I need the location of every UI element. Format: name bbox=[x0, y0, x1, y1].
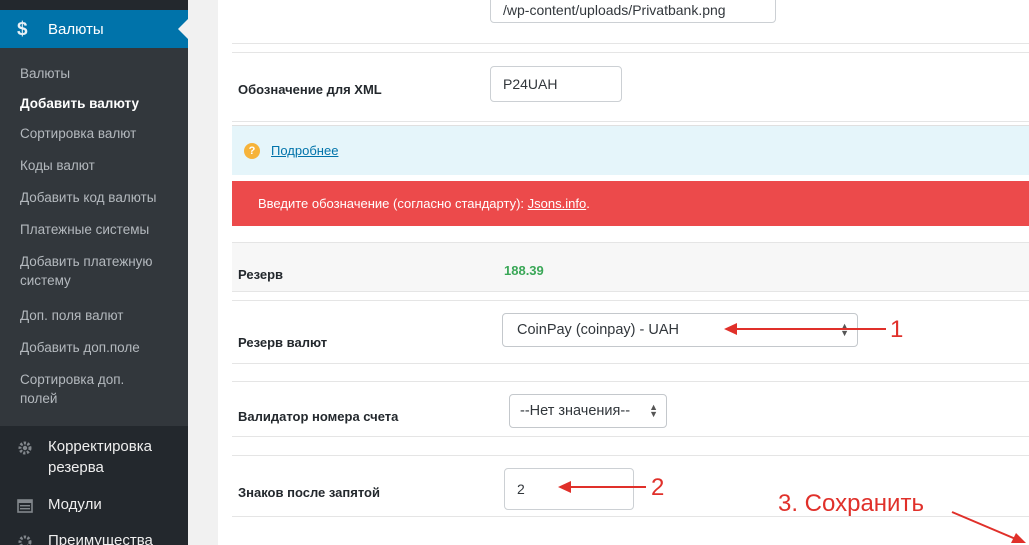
decimals-field[interactable]: 2 bbox=[504, 468, 634, 510]
submenu-item-add-payment-system-line2: систему bbox=[20, 273, 71, 288]
content-gutter bbox=[188, 0, 218, 545]
xml-designation-label: Обозначение для XML bbox=[238, 82, 382, 97]
menu-modules-label: Модули bbox=[48, 496, 102, 513]
error-notice: Введите обозначение (согласно стандарту)… bbox=[232, 181, 1029, 226]
reserve-label: Резерв bbox=[238, 267, 284, 282]
validator-row: Валидатор номера счета --Нет значения-- … bbox=[232, 381, 1029, 437]
main-content: /wp-content/uploads/Privatbank.png Обозн… bbox=[218, 0, 1029, 545]
currency-reserve-label: Резерв валют bbox=[238, 335, 328, 350]
submenu-item-currency-codes[interactable]: Коды валют bbox=[20, 156, 182, 175]
submenu-item-payment-systems[interactable]: Платежные системы bbox=[20, 220, 182, 239]
validator-select[interactable]: --Нет значения-- ▲ ▼ bbox=[509, 394, 667, 428]
more-info-link[interactable]: Подробнее bbox=[271, 143, 338, 158]
menu-currencies[interactable]: $ Валюты bbox=[0, 10, 188, 48]
annotation-step-2: 2 bbox=[651, 474, 665, 501]
error-message: Введите обозначение (согласно стандарту)… bbox=[258, 196, 528, 211]
dollar-icon: $ bbox=[17, 19, 28, 40]
info-notice: ? Подробнее bbox=[232, 125, 1029, 175]
menu-reserve-adjust-line2: резерва bbox=[48, 459, 104, 476]
gear-icon bbox=[18, 535, 32, 545]
menu-reserve-adjust-label: Корректировка резерва bbox=[48, 436, 152, 478]
jsons-info-link[interactable]: Jsons.info bbox=[528, 196, 587, 211]
xml-designation-row: Обозначение для XML P24UAH bbox=[232, 52, 1029, 122]
submenu-item-add-currency-code[interactable]: Добавить код валюты bbox=[20, 188, 182, 207]
validator-label: Валидатор номера счета bbox=[238, 409, 399, 424]
menu-reserve-adjust-line1: Корректировка bbox=[48, 438, 152, 455]
logo-path-row: /wp-content/uploads/Privatbank.png bbox=[232, 0, 1029, 44]
currency-reserve-value: CoinPay (coinpay) - UAH bbox=[517, 322, 679, 338]
annotation-step-1: 1 bbox=[890, 316, 904, 343]
window-icon bbox=[17, 499, 33, 513]
question-icon: ? bbox=[244, 143, 260, 159]
error-text: Введите обозначение (согласно стандарту)… bbox=[258, 196, 590, 211]
submenu-item-add-payment-system-line1: Добавить платежную bbox=[20, 254, 153, 269]
submenu-item-sort-extra-fields-line1: Сортировка доп. bbox=[20, 372, 125, 387]
submenu-item-currencies[interactable]: Валюты bbox=[20, 64, 182, 83]
submenu-item-extra-fields[interactable]: Доп. поля валют bbox=[20, 306, 182, 325]
reserve-value: 188.39 bbox=[504, 263, 544, 278]
error-suffix: . bbox=[586, 196, 590, 211]
select-arrows-icon: ▲ ▼ bbox=[840, 321, 849, 338]
xml-designation-field[interactable]: P24UAH bbox=[490, 66, 622, 102]
admin-sidebar: $ Валюты Валюты Добавить валюту Сортиров… bbox=[0, 0, 188, 545]
logo-path-field[interactable]: /wp-content/uploads/Privatbank.png bbox=[490, 0, 776, 23]
gear-icon bbox=[18, 441, 32, 455]
annotation-step-3: 3. Сохранить bbox=[778, 490, 924, 517]
submenu-item-add-currency[interactable]: Добавить валюту bbox=[20, 94, 182, 113]
validator-value: --Нет значения-- bbox=[520, 403, 631, 419]
submenu-item-add-extra-field[interactable]: Добавить доп.поле bbox=[20, 338, 182, 357]
currency-reserve-row: Резерв валют CoinPay (coinpay) - UAH ▲ ▼ bbox=[232, 300, 1029, 364]
currencies-submenu: Валюты Добавить валюту Сортировка валют … bbox=[0, 48, 188, 426]
submenu-item-sort-extra-fields-line2: полей bbox=[20, 391, 58, 406]
menu-currencies-label: Валюты bbox=[48, 21, 104, 38]
menu-advantages-label: Преимущества bbox=[48, 532, 153, 545]
current-menu-pointer bbox=[178, 19, 188, 39]
select-arrows-icon: ▲ ▼ bbox=[649, 402, 658, 419]
submenu-item-add-payment-system[interactable]: Добавить платежную систему bbox=[20, 252, 182, 290]
submenu-item-sort-currencies[interactable]: Сортировка валют bbox=[20, 124, 182, 143]
submenu-item-sort-extra-fields[interactable]: Сортировка доп. полей bbox=[20, 370, 182, 408]
reserve-row: Резерв 188.39 bbox=[232, 242, 1029, 292]
currency-reserve-select[interactable]: CoinPay (coinpay) - UAH ▲ ▼ bbox=[502, 313, 858, 347]
decimals-label: Знаков после запятой bbox=[238, 485, 380, 500]
